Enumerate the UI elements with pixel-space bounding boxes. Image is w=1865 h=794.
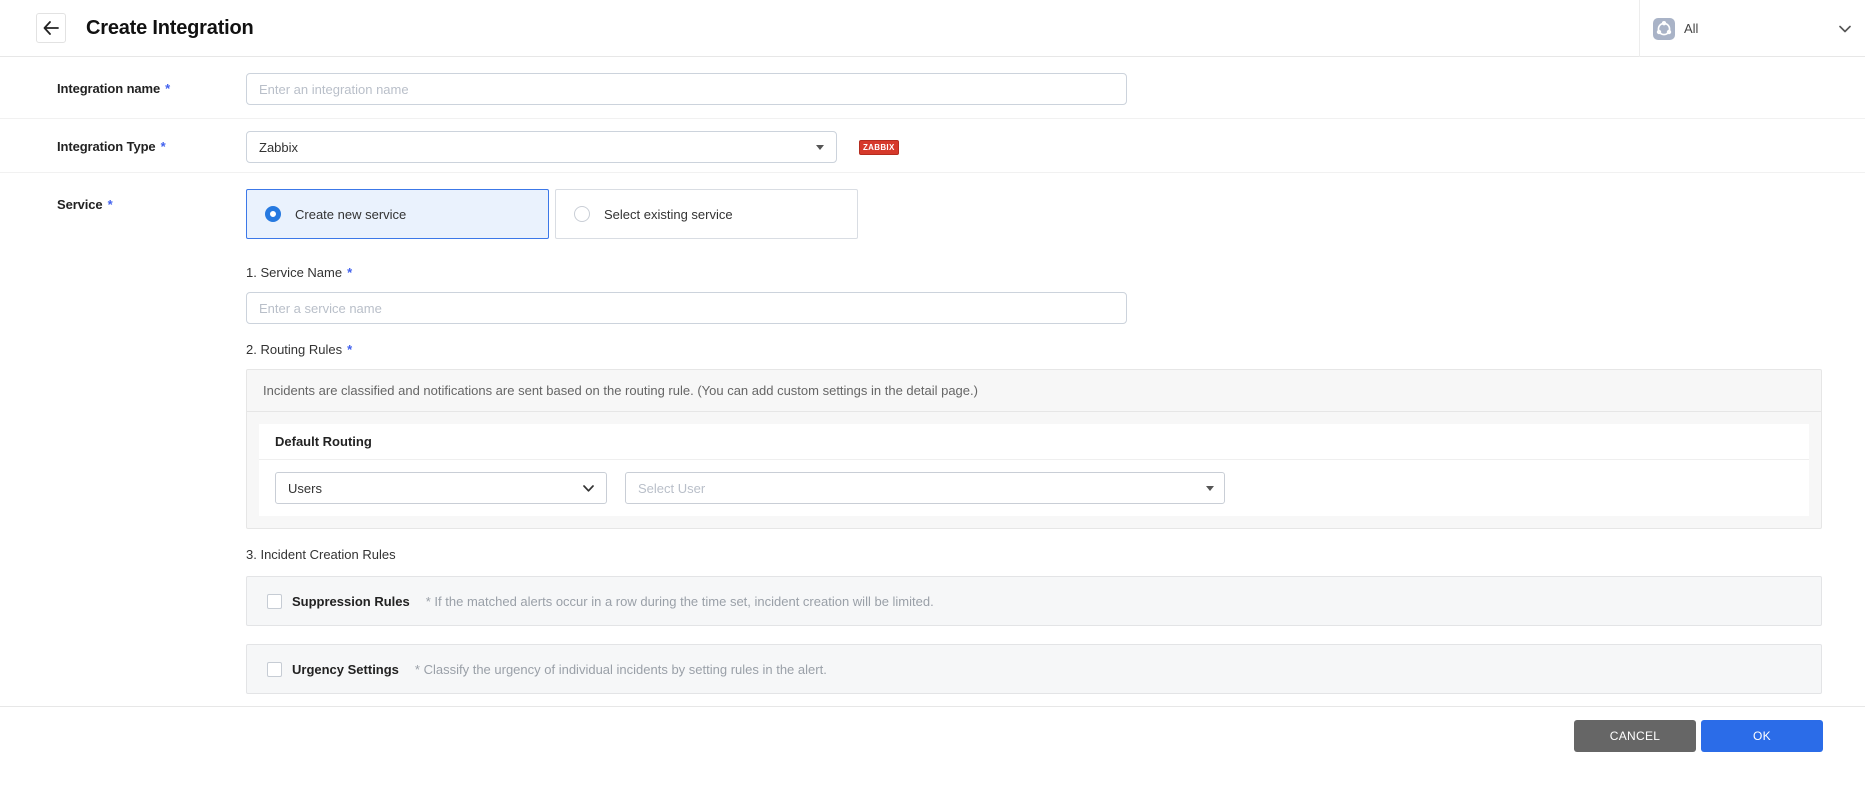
required-asterisk: * bbox=[108, 197, 113, 212]
zabbix-badge: ZABBIX bbox=[859, 140, 899, 155]
suppression-rules-note: * If the matched alerts occur in a row d… bbox=[426, 594, 934, 609]
select-user-input[interactable] bbox=[625, 472, 1225, 504]
back-button[interactable] bbox=[36, 13, 66, 43]
routing-target-combo bbox=[625, 472, 1225, 504]
chevron-down-icon bbox=[583, 485, 594, 492]
ok-button[interactable]: OK bbox=[1701, 720, 1823, 752]
service-name-input[interactable] bbox=[246, 292, 1127, 324]
chevron-down-icon[interactable] bbox=[1839, 25, 1851, 33]
suppression-rules-box: Suppression Rules * If the matched alert… bbox=[246, 576, 1822, 626]
page-header: Create Integration All bbox=[0, 0, 1865, 57]
incident-creation-rules-label: 3. Incident Creation Rules bbox=[246, 547, 1822, 562]
caret-down-icon[interactable] bbox=[1206, 486, 1214, 491]
service-row: Service* Create new service Select exist… bbox=[0, 173, 1865, 694]
integration-type-label: Integration Type* bbox=[57, 131, 246, 163]
radio-unselected-icon bbox=[574, 206, 590, 222]
urgency-settings-note: * Classify the urgency of individual inc… bbox=[415, 662, 827, 677]
urgency-settings-title: Urgency Settings bbox=[292, 662, 399, 677]
service-label: Service* bbox=[57, 189, 246, 694]
footer-actions: CANCEL OK bbox=[0, 707, 1865, 752]
create-new-service-label: Create new service bbox=[295, 207, 406, 222]
routing-rules-info: Incidents are classified and notificatio… bbox=[247, 370, 1821, 412]
integration-type-dropdown[interactable]: Zabbix bbox=[246, 131, 837, 163]
default-routing-body: Users bbox=[259, 460, 1809, 516]
urgency-settings-checkbox[interactable] bbox=[267, 662, 282, 677]
radio-selected-icon bbox=[265, 206, 281, 222]
suppression-rules-title: Suppression Rules bbox=[292, 594, 410, 609]
arrow-left-icon bbox=[43, 21, 59, 35]
integration-type-row: Integration Type* Zabbix ZABBIX bbox=[0, 119, 1865, 173]
caret-down-icon bbox=[816, 145, 824, 150]
cancel-button[interactable]: CANCEL bbox=[1574, 720, 1696, 752]
service-option-cards: Create new service Select existing servi… bbox=[246, 189, 1822, 239]
integration-type-value: Zabbix bbox=[259, 140, 298, 155]
team-icon bbox=[1653, 18, 1675, 40]
routing-rules-box: Incidents are classified and notificatio… bbox=[246, 369, 1822, 529]
integration-type-field: Zabbix ZABBIX bbox=[246, 131, 899, 163]
scope-label: All bbox=[1684, 21, 1698, 36]
integration-name-row: Integration name* bbox=[0, 57, 1865, 119]
routing-rules-label: 2. Routing Rules* bbox=[246, 342, 1822, 357]
required-asterisk: * bbox=[347, 342, 352, 357]
required-asterisk: * bbox=[347, 265, 352, 280]
required-asterisk: * bbox=[161, 139, 166, 154]
service-column: Create new service Select existing servi… bbox=[246, 189, 1822, 694]
routing-target-type-value: Users bbox=[288, 481, 322, 496]
select-existing-service-label: Select existing service bbox=[604, 207, 733, 222]
select-existing-service-option[interactable]: Select existing service bbox=[555, 189, 858, 239]
create-new-service-option[interactable]: Create new service bbox=[246, 189, 549, 239]
service-name-label: 1. Service Name* bbox=[246, 265, 1822, 280]
required-asterisk: * bbox=[165, 81, 170, 96]
routing-target-type-select[interactable]: Users bbox=[275, 472, 607, 504]
default-routing-panel: Default Routing Users bbox=[259, 424, 1809, 516]
default-routing-title: Default Routing bbox=[259, 424, 1809, 460]
urgency-settings-box: Urgency Settings * Classify the urgency … bbox=[246, 644, 1822, 694]
default-routing-wrap: Default Routing Users bbox=[247, 412, 1821, 528]
scope-selector[interactable]: All bbox=[1639, 0, 1865, 57]
suppression-rules-checkbox[interactable] bbox=[267, 594, 282, 609]
integration-name-label: Integration name* bbox=[57, 73, 246, 105]
integration-name-input[interactable] bbox=[246, 73, 1127, 105]
page-title: Create Integration bbox=[86, 17, 254, 40]
